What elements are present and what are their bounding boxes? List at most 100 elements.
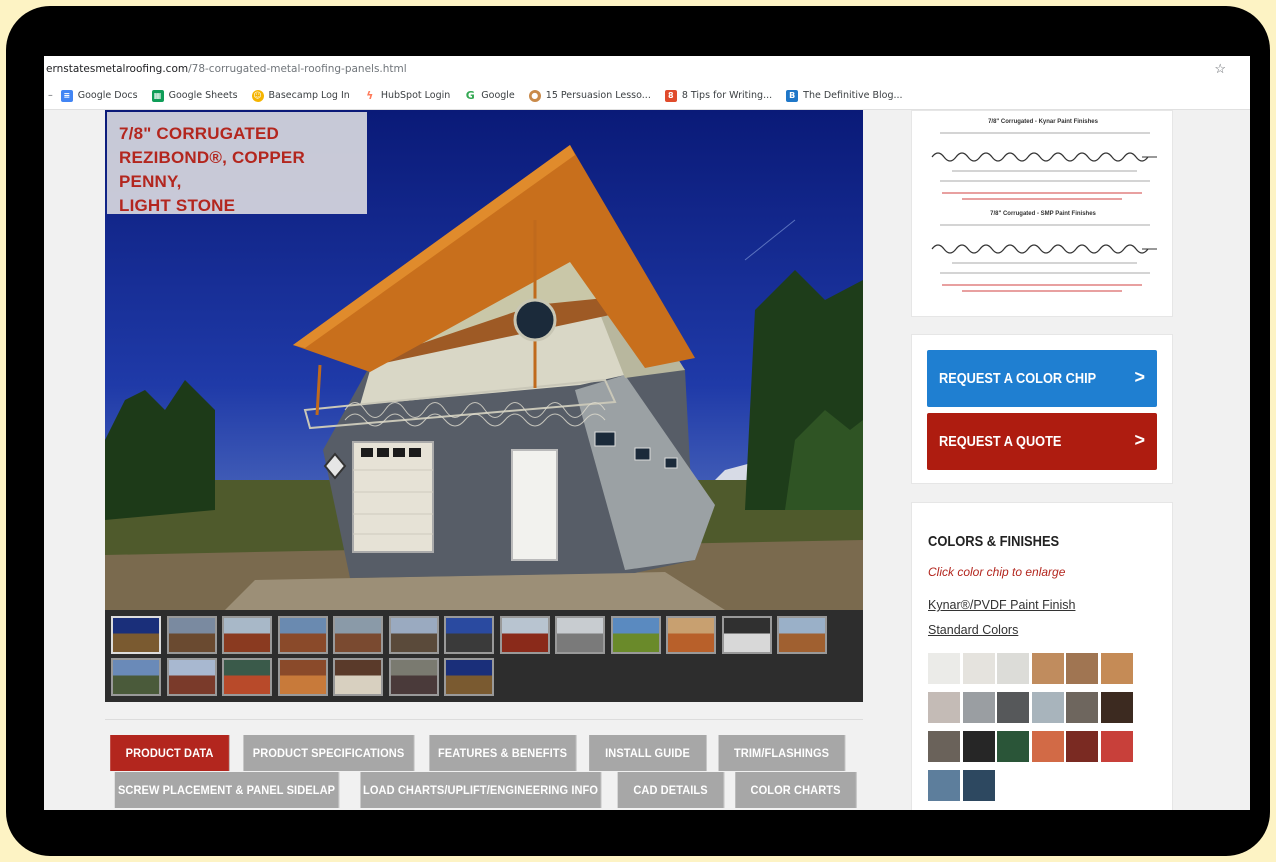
color-swatch[interactable]: [997, 653, 1029, 684]
gallery-thumbnail[interactable]: [277, 616, 328, 654]
bookmark-persuasion[interactable]: ● 15 Persuasion Lesso...: [528, 89, 651, 102]
color-swatch[interactable]: [997, 692, 1029, 723]
bookmark-google-sheets[interactable]: ▦ Google Sheets: [151, 89, 238, 102]
tab-screw-placement[interactable]: SCREW PLACEMENT & PANEL SIDELAP: [114, 772, 340, 808]
color-swatch[interactable]: [1031, 653, 1064, 684]
address-bar[interactable]: ernstatesmetalroofing.com/78-corrugated-…: [44, 56, 1250, 82]
product-page: 7/8" CORRUGATED REZIBOND®, COPPER PENNY,…: [44, 110, 1250, 810]
tab-product-specifications[interactable]: PRODUCT SPECIFICATIONS: [243, 735, 415, 771]
gallery-thumbnail[interactable]: [777, 616, 827, 654]
request-quote-button[interactable]: REQUEST A QUOTE >: [927, 413, 1157, 470]
gallery-thumbnail[interactable]: [111, 658, 161, 696]
smp-profile-drawing: [931, 224, 1157, 292]
apps-overflow-icon[interactable]: –: [48, 90, 53, 101]
bookmark-hubspot[interactable]: ϟ HubSpot Login: [364, 89, 450, 102]
gallery-thumbnail[interactable]: [721, 616, 772, 654]
google-sheets-icon: ▦: [151, 89, 164, 102]
color-swatch[interactable]: [1100, 731, 1133, 762]
main-product-image[interactable]: 7/8" CORRUGATED REZIBOND®, COPPER PENNY,…: [105, 110, 863, 610]
bookmarks-bar: – ≡ Google Docs ▦ Google Sheets ☺ Basecamp …: [44, 82, 1250, 110]
gallery-thumbnail[interactable]: [388, 616, 439, 654]
gallery-thumbnail[interactable]: [277, 658, 328, 696]
bookmark-google-docs[interactable]: ≡ Google Docs: [60, 89, 138, 102]
gallery-thumbnail[interactable]: [555, 616, 605, 654]
color-swatch[interactable]: [1066, 653, 1098, 684]
gallery-thumbnail[interactable]: [222, 658, 272, 696]
color-swatch[interactable]: [997, 731, 1029, 762]
bookmark-8-tips[interactable]: 8 8 Tips for Writing...: [664, 89, 773, 102]
standard-colors-link[interactable]: Standard Colors: [928, 623, 1018, 637]
product-gallery: 7/8" CORRUGATED REZIBOND®, COPPER PENNY,…: [105, 110, 863, 702]
blog-icon: ●: [528, 89, 541, 102]
caption-line: LIGHT STONE: [119, 196, 236, 215]
color-swatch[interactable]: [1100, 653, 1133, 684]
colors-finishes-hint: Click color chip to enlarge: [928, 565, 1066, 579]
gallery-thumbnail[interactable]: [388, 658, 439, 696]
bookmark-google[interactable]: G Google: [464, 89, 515, 102]
color-swatch[interactable]: [1100, 692, 1133, 723]
tab-product-data[interactable]: PRODUCT DATA: [110, 735, 230, 771]
color-swatch[interactable]: [928, 692, 960, 723]
cta-card: REQUEST A COLOR CHIP > REQUEST A QUOTE >: [911, 334, 1173, 484]
basecamp-icon: ☺: [251, 89, 264, 102]
gallery-thumbnail[interactable]: [333, 658, 383, 696]
button-label: REQUEST A COLOR CHIP: [939, 370, 1097, 387]
star-icon[interactable]: ☆: [1214, 61, 1226, 77]
request-color-chip-button[interactable]: REQUEST A COLOR CHIP >: [927, 350, 1157, 407]
color-swatch[interactable]: [962, 653, 995, 684]
color-swatch[interactable]: [1031, 692, 1064, 723]
gallery-thumbnail[interactable]: [666, 616, 716, 654]
gallery-thumbnail[interactable]: [222, 616, 272, 654]
gallery-thumbnail[interactable]: [444, 616, 494, 654]
bookmark-label: Basecamp Log In: [268, 90, 350, 101]
color-swatch[interactable]: [928, 770, 960, 801]
color-swatch[interactable]: [1066, 692, 1098, 723]
profile-diagram-card: 7/8" Corrugated - Kynar Paint Finishes 7…: [911, 110, 1173, 317]
gallery-thumbnail[interactable]: [333, 616, 383, 654]
caption-line: 7/8" CORRUGATED: [119, 124, 279, 143]
tab-trim-flashings[interactable]: TRIM/FLASHINGS: [718, 735, 846, 771]
tab-color-charts[interactable]: COLOR CHARTS: [735, 772, 857, 808]
url-text[interactable]: ernstatesmetalroofing.com/78-corrugated-…: [44, 63, 407, 75]
bookmark-label: 8 Tips for Writing...: [681, 90, 773, 101]
tab-load-charts[interactable]: LOAD CHARTS/UPLIFT/ENGINEERING INFO: [360, 772, 602, 808]
color-swatch[interactable]: [1031, 731, 1064, 762]
thumbnail-strip: [105, 612, 863, 702]
article-icon: 8: [664, 89, 677, 102]
diagram-title-kynar: 7/8" Corrugated - Kynar Paint Finishes: [988, 119, 1098, 125]
gallery-thumbnail[interactable]: [499, 616, 550, 654]
bookmark-basecamp[interactable]: ☺ Basecamp Log In: [251, 89, 350, 102]
gallery-thumbnail[interactable]: [111, 616, 161, 654]
blog-icon: B: [786, 89, 799, 102]
bookmark-label: 15 Persuasion Lesso...: [545, 90, 651, 101]
diagram-title-smp: 7/8" Corrugated - SMP Paint Finishes: [990, 211, 1096, 217]
gallery-thumbnail[interactable]: [444, 658, 494, 696]
kynar-profile-drawing: [931, 132, 1157, 200]
gallery-thumbnail[interactable]: [166, 658, 217, 696]
bookmark-definitive-blog[interactable]: B The Definitive Blog...: [786, 89, 903, 102]
caption-line: REZIBOND®, COPPER PENNY,: [119, 148, 305, 191]
bookmark-label: The Definitive Blog...: [803, 90, 903, 101]
bookmark-label: Google Sheets: [168, 90, 238, 101]
gallery-thumbnail[interactable]: [610, 616, 661, 654]
chevron-right-icon: >: [1134, 367, 1145, 387]
color-swatch[interactable]: [1066, 731, 1098, 762]
color-swatch[interactable]: [928, 653, 960, 684]
color-swatch[interactable]: [962, 692, 995, 723]
google-docs-icon: ≡: [60, 89, 73, 102]
bookmark-label: Google Docs: [77, 90, 138, 101]
button-label: REQUEST A QUOTE: [939, 433, 1062, 450]
bookmark-label: Google: [481, 90, 515, 101]
tab-cad-details[interactable]: CAD DETAILS: [617, 772, 725, 808]
chevron-right-icon: >: [1134, 430, 1145, 450]
browser-screen: ernstatesmetalroofing.com/78-corrugated-…: [44, 56, 1250, 810]
colors-finishes-card: COLORS & FINISHES Click color chip to en…: [911, 502, 1173, 810]
tab-install-guide[interactable]: INSTALL GUIDE: [589, 735, 707, 771]
tab-features-benefits[interactable]: FEATURES & BENEFITS: [429, 735, 577, 771]
color-swatch[interactable]: [962, 770, 995, 801]
gallery-thumbnail[interactable]: [166, 616, 217, 654]
kynar-finish-link[interactable]: Kynar®/PVDF Paint Finish: [928, 598, 1075, 612]
product-caption: 7/8" CORRUGATED REZIBOND®, COPPER PENNY,…: [107, 112, 367, 215]
color-swatch[interactable]: [962, 731, 995, 762]
color-swatch[interactable]: [928, 731, 960, 762]
